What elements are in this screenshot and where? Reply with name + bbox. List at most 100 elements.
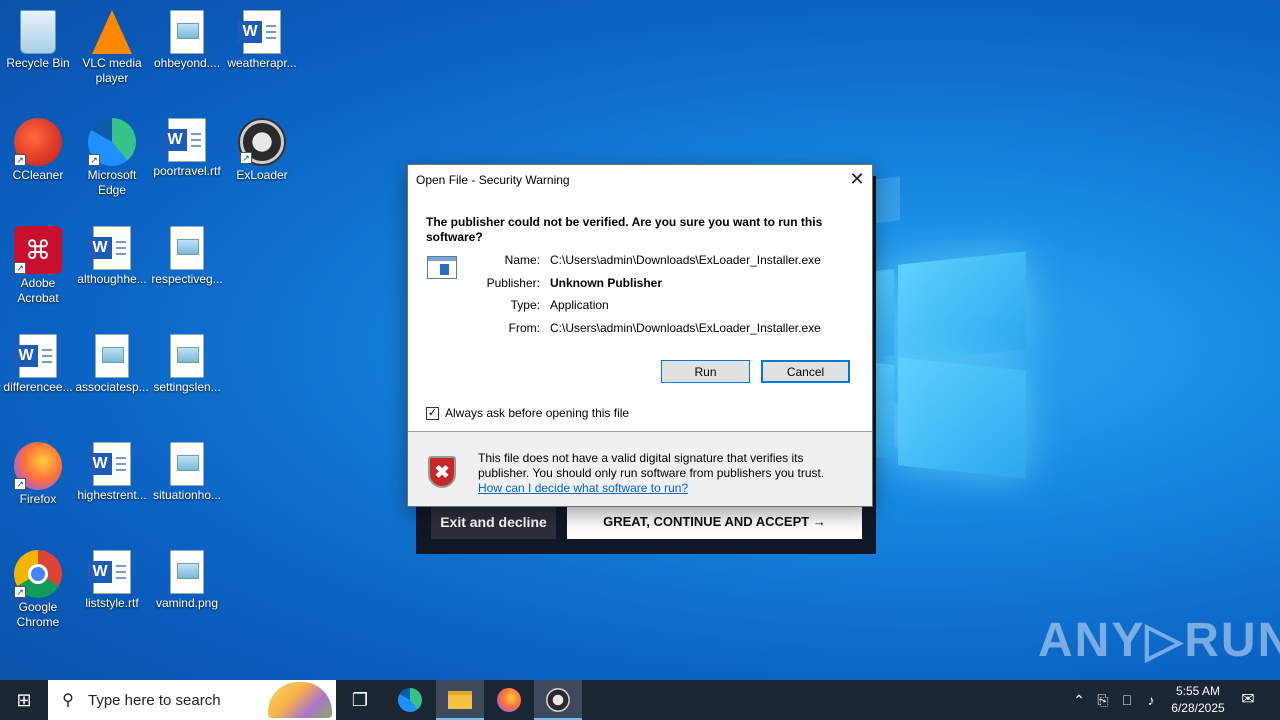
type-label: Type:: [510, 298, 540, 312]
desktop-icon-label: VLC media player: [82, 56, 142, 85]
dialog-body: The publisher could not be verified. Are…: [408, 195, 872, 431]
always-ask-checkbox[interactable]: ✓: [426, 406, 439, 420]
tray-network-icon[interactable]: ⎕: [1116, 680, 1138, 720]
taskbar-file-explorer-icon[interactable]: [436, 680, 484, 720]
desktop-icon-highestrent[interactable]: W highestrent...: [74, 436, 150, 503]
desktop-icon-google-chrome[interactable]: ↗ Google Chrome: [0, 544, 76, 630]
desktop-icon-differencee[interactable]: W differencee...: [0, 328, 76, 395]
help-decide-link[interactable]: How can I decide what software to run?: [478, 481, 688, 495]
firefox-icon: ↗: [14, 442, 62, 490]
desktop-icon-vlc[interactable]: VLC media player: [74, 4, 150, 86]
cancel-button[interactable]: Cancel: [761, 360, 850, 383]
desktop-icon-label: highestrent...: [77, 488, 147, 502]
tray-chevron-icon[interactable]: ⌃: [1068, 680, 1090, 720]
clock-time: 5:55 AM: [1175, 684, 1221, 698]
shortcut-arrow-icon: ↗: [88, 154, 100, 166]
exit-and-decline-button[interactable]: Exit and decline: [431, 504, 556, 539]
desktop-icon-situationho[interactable]: situationho...: [149, 436, 225, 503]
chrome-icon: ↗: [14, 550, 62, 598]
continue-and-accept-button[interactable]: GREAT, CONTINUE AND ACCEPT →: [567, 504, 862, 539]
name-value: C:\Users\admin\Downloads\ExLoader_Instal…: [550, 253, 821, 267]
taskbar-edge-icon[interactable]: [386, 680, 434, 720]
tray-volume-icon[interactable]: ♪: [1140, 680, 1162, 720]
exloader-icon: ↗: [238, 118, 286, 166]
recycle-bin-icon: [20, 10, 56, 54]
adobe-acrobat-icon: ⌘ ↗: [14, 226, 62, 274]
desktop: Recycle Bin ↗ CCleaner ⌘ ↗ Adobe Acrobat …: [0, 0, 1280, 680]
desktop-icon-vamind[interactable]: vamind.png: [149, 544, 225, 611]
word-document-icon: W: [163, 118, 206, 162]
security-warning-dialog: Open File - Security Warning ✕ The publi…: [407, 164, 873, 507]
windows-start-icon[interactable]: ⊞: [0, 680, 48, 720]
search-icon: ⚲: [62, 692, 74, 709]
publisher-value: Unknown Publisher: [550, 276, 663, 290]
application-file-icon: [427, 256, 457, 279]
run-button[interactable]: Run: [661, 360, 750, 383]
desktop-icon-poortravel[interactable]: W poortravel.rtf: [149, 112, 225, 179]
taskbar: ⊞ ⚲ Type here to search ❐ ⌃ ⎘ ⎕ ♪ 5:55 A…: [0, 680, 1280, 720]
anyrun-watermark: ANY▷RUN: [1038, 614, 1280, 667]
desktop-icon-exloader[interactable]: ↗ ExLoader: [224, 112, 300, 183]
desktop-icon-associatesp[interactable]: associatesp...: [74, 328, 150, 395]
desktop-icon-weatherapr[interactable]: W weatherapr...: [224, 4, 300, 71]
desktop-icon-ohbeyond[interactable]: ohbeyond....: [149, 4, 225, 71]
signature-warning-text: This file does not have a valid digital …: [478, 451, 825, 480]
image-file-icon: [170, 442, 204, 486]
edge-icon: ↗: [88, 118, 136, 166]
desktop-icon-label: respectiveg...: [151, 272, 223, 286]
dialog-footer: ✖ This file does not have a valid digita…: [408, 432, 872, 506]
search-highlight-art: [268, 682, 332, 718]
task-view-icon[interactable]: ❐: [336, 680, 384, 720]
tray-device-icon[interactable]: ⎘: [1092, 680, 1114, 720]
dialog-heading: The publisher could not be verified. Are…: [426, 215, 823, 244]
publisher-label: Publisher:: [486, 276, 540, 290]
dialog-title: Open File - Security Warning: [416, 173, 570, 187]
desktop-icon-althoughhe[interactable]: W althoughhe...: [74, 220, 150, 287]
desktop-icon-microsoft-edge[interactable]: ↗ Microsoft Edge: [74, 112, 150, 198]
taskbar-firefox-icon[interactable]: [485, 680, 533, 720]
desktop-icon-label: associatesp...: [75, 380, 149, 394]
desktop-icon-settingslen[interactable]: settingslen...: [149, 328, 225, 395]
desktop-icon-adobe-acrobat[interactable]: ⌘ ↗ Adobe Acrobat: [0, 220, 76, 306]
windows-logo-pane: [876, 363, 894, 459]
desktop-icon-recycle-bin[interactable]: Recycle Bin: [0, 4, 76, 71]
shortcut-arrow-icon: ↗: [240, 152, 252, 164]
close-icon[interactable]: ✕: [842, 165, 872, 195]
clock-date: 6/28/2025: [1171, 701, 1225, 715]
desktop-icon-label: vamind.png: [155, 596, 219, 610]
windows-logo-pane: [898, 251, 1026, 363]
desktop-icon-firefox[interactable]: ↗ Firefox: [0, 436, 76, 507]
desktop-icon-label: Adobe Acrobat: [17, 276, 59, 305]
notification-center-icon[interactable]: ✉: [1236, 680, 1260, 720]
image-file-icon: [170, 334, 204, 378]
word-document-icon: W: [88, 226, 131, 270]
name-label: Name:: [504, 253, 540, 267]
taskbar-search-box[interactable]: ⚲ Type here to search: [48, 680, 336, 720]
desktop-icon-respectiveg[interactable]: respectiveg...: [149, 220, 225, 287]
ccleaner-icon: ↗: [14, 118, 62, 166]
desktop-icon-label: ohbeyond....: [153, 56, 221, 70]
shortcut-arrow-icon: ↗: [14, 586, 26, 598]
image-file-icon: [170, 10, 204, 54]
desktop-icon-label: situationho...: [152, 488, 222, 502]
desktop-icon-ccleaner[interactable]: ↗ CCleaner: [0, 112, 76, 183]
image-file-icon: [170, 226, 204, 270]
word-document-icon: W: [88, 550, 131, 594]
desktop-icon-label: Firefox: [19, 492, 57, 506]
taskbar-exloader-icon[interactable]: [534, 680, 582, 720]
windows-logo-pane: [898, 357, 1026, 479]
image-file-icon: [170, 550, 204, 594]
from-label: From:: [508, 321, 540, 335]
shortcut-arrow-icon: ↗: [14, 154, 26, 166]
always-ask-label: Always ask before opening this file: [445, 406, 630, 420]
taskbar-clock[interactable]: 5:55 AM 6/28/2025: [1162, 683, 1234, 717]
desktop-icon-label: poortravel.rtf: [153, 164, 221, 178]
always-ask-option[interactable]: ✓ Always ask before opening this file: [426, 406, 629, 420]
desktop-icon-label: Recycle Bin: [6, 56, 70, 70]
word-document-icon: W: [238, 10, 281, 54]
windows-logo-pane: [876, 269, 894, 357]
desktop-icon-liststyle[interactable]: W liststyle.rtf: [74, 544, 150, 611]
image-file-icon: [95, 334, 129, 378]
search-placeholder: Type here to search: [88, 691, 221, 709]
type-value: Application: [550, 298, 609, 312]
